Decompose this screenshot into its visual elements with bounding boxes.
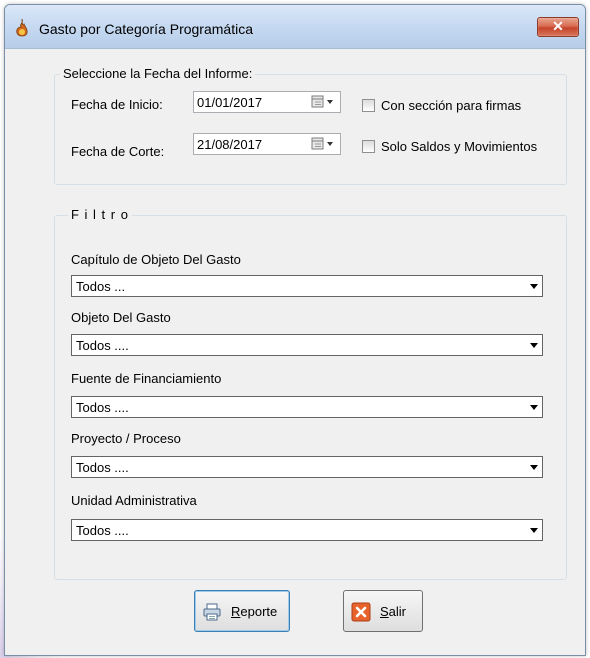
start-date-picker[interactable]: 01/01/2017 (193, 91, 341, 113)
start-date-value: 01/01/2017 (197, 95, 263, 110)
printer-icon (203, 603, 221, 621)
dialog-window: Gasto por Categoría Programática ✕ Selec… (4, 4, 586, 656)
end-date-picker[interactable]: 21/08/2017 (193, 133, 341, 155)
expense-object-select[interactable]: Todos .... (71, 334, 543, 356)
title-bar[interactable]: Gasto por Categoría Programática ✕ (5, 5, 585, 49)
report-button-label: Reporte (231, 604, 278, 619)
project-label: Proyecto / Proceso (71, 431, 181, 446)
signatures-checkbox[interactable]: Con sección para firmas (362, 97, 552, 115)
chapter-label: Capítulo de Objeto Del Gasto (71, 252, 241, 267)
signatures-checkbox-box[interactable] (362, 99, 375, 112)
admin-unit-select[interactable]: Todos .... (71, 519, 543, 541)
expense-object-label: Objeto Del Gasto (71, 310, 171, 325)
admin-unit-select-value: Todos .... (76, 523, 129, 538)
filter-group-legend: F i l t r o (68, 207, 132, 222)
date-group-legend: Seleccione la Fecha del Informe: (60, 66, 256, 81)
project-select[interactable]: Todos .... (71, 456, 543, 478)
exit-button-label: Salir (380, 604, 407, 619)
balances-checkbox-label: Solo Saldos y Movimientos (381, 139, 538, 154)
exit-button[interactable]: Salir (343, 590, 423, 632)
app-flame-icon (16, 18, 28, 37)
chevron-down-icon (530, 465, 538, 470)
calendar-dropdown-icon[interactable] (308, 94, 338, 110)
project-select-value: Todos .... (76, 460, 129, 475)
chevron-down-icon (530, 528, 538, 533)
chevron-down-icon (530, 284, 538, 289)
close-button[interactable]: ✕ (537, 17, 579, 37)
balances-checkbox[interactable]: Solo Saldos y Movimientos (362, 138, 562, 156)
expense-object-select-value: Todos .... (76, 338, 129, 353)
funding-source-select-value: Todos .... (76, 400, 129, 415)
balances-checkbox-box[interactable] (362, 140, 375, 153)
close-icon: ✕ (552, 18, 564, 34)
funding-source-select[interactable]: Todos .... (71, 396, 543, 418)
chevron-down-icon (530, 405, 538, 410)
signatures-checkbox-label: Con sección para firmas (381, 98, 522, 113)
window-title: Gasto por Categoría Programática (39, 21, 253, 37)
report-button[interactable]: Reporte (194, 590, 290, 632)
red-x-icon (351, 602, 371, 622)
funding-source-label: Fuente de Financiamiento (71, 371, 222, 386)
chapter-select[interactable]: Todos ... (71, 275, 543, 297)
admin-unit-label: Unidad Administrativa (71, 493, 197, 508)
chevron-down-icon (530, 343, 538, 348)
end-date-value: 21/08/2017 (197, 137, 263, 152)
start-date-label: Fecha de Inicio: (71, 97, 163, 112)
end-date-label: Fecha de Corte: (71, 144, 165, 159)
chapter-select-value: Todos ... (76, 279, 126, 294)
calendar-dropdown-icon[interactable] (308, 136, 338, 152)
